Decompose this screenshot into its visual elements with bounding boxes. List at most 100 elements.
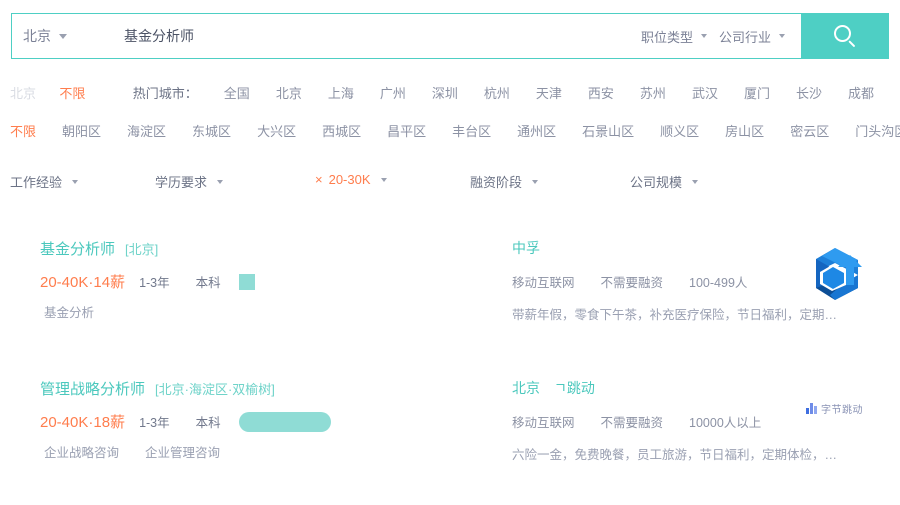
city-option-2[interactable]: 上海 bbox=[328, 86, 354, 101]
city-option-7[interactable]: 西安 bbox=[588, 86, 614, 101]
city-select-dropdown[interactable]: 北京 bbox=[12, 14, 112, 58]
hot-city-list: 全国 北京 上海 广州 深圳 杭州 天津 西安 苏州 武汉 厦门 长沙 成都 bbox=[224, 83, 900, 102]
district-option-1[interactable]: 朝阳区 bbox=[62, 124, 101, 139]
job-card[interactable]: 管理战略分析师 [北京·海淀区·双榆树] 20-40K·18薪 1-3年 本科企业战略咨… bbox=[0, 350, 900, 490]
city-option-12[interactable]: 成都 bbox=[848, 86, 874, 101]
company-industry: 移动互联网 bbox=[512, 416, 575, 430]
hot-cities-label: 热门城市： bbox=[132, 85, 198, 101]
district-option-3[interactable]: 东城区 bbox=[192, 124, 231, 139]
company-industry: 移动互联网 bbox=[512, 276, 575, 290]
search-icon bbox=[834, 25, 856, 48]
city-option-0[interactable]: 全国 bbox=[224, 86, 250, 101]
redacted-badge bbox=[238, 273, 255, 290]
job-info: 管理战略分析师 [北京·海淀区·双榆树] 20-40K·18薪 1-3年 本科 bbox=[40, 378, 480, 432]
attr-filter-0[interactable]: 工作经验 bbox=[10, 172, 79, 191]
district-option-11[interactable]: 房山区 bbox=[725, 124, 764, 139]
chevron-down-icon bbox=[692, 179, 699, 184]
job-meta: 20-40K·18薪 1-3年 本科 bbox=[40, 411, 480, 432]
clear-filter-icon[interactable]: × bbox=[315, 172, 323, 187]
company-benefits: 六险一金，免费晚餐，员工旅游，节日福利，定期体检，… bbox=[512, 448, 838, 462]
chevron-down-icon bbox=[380, 177, 387, 182]
industry-label: 公司行业 bbox=[718, 29, 771, 45]
bar-chart-icon bbox=[806, 402, 818, 414]
city-option-3[interactable]: 广州 bbox=[380, 86, 406, 101]
company-benefits: 带薪年假，零食下午茶，补充医疗保险，节日福利，定期… bbox=[512, 308, 838, 322]
chevron-down-icon bbox=[217, 179, 224, 184]
city-option-5[interactable]: 杭州 bbox=[484, 86, 510, 101]
search-input[interactable] bbox=[112, 14, 635, 58]
chevron-down-icon bbox=[59, 33, 67, 39]
city-unlimited-option[interactable]: 不限 bbox=[59, 83, 85, 102]
job-salary: 20-40K·18薪 bbox=[40, 414, 126, 431]
company-name-link[interactable]: 北京 ㄱ跳动 bbox=[512, 378, 892, 398]
job-tag[interactable]: 企业管理咨询 bbox=[145, 442, 220, 461]
city-option-6[interactable]: 天津 bbox=[536, 86, 562, 101]
company-funding: 不需要融资 bbox=[600, 416, 664, 430]
attr-filter-2[interactable]: × 20-30K bbox=[315, 172, 387, 187]
city-option-10[interactable]: 厦门 bbox=[744, 86, 770, 101]
job-tag-list: 基金分析 bbox=[44, 302, 120, 321]
attr-filter-label: 学历要求 bbox=[155, 175, 208, 190]
job-title-link[interactable]: 管理战略分析师 bbox=[40, 378, 145, 399]
hexagon-cube-logo-icon bbox=[806, 245, 864, 303]
city-select-value: 北京 bbox=[23, 28, 51, 44]
city-option-8[interactable]: 苏州 bbox=[640, 86, 666, 101]
job-experience: 1-3年 bbox=[139, 416, 170, 430]
district-option-7[interactable]: 丰台区 bbox=[452, 124, 491, 139]
attr-filter-label: 公司规模 bbox=[630, 175, 683, 190]
chevron-down-icon bbox=[779, 34, 785, 38]
district-option-2[interactable]: 海淀区 bbox=[127, 124, 166, 139]
district-option-12[interactable]: 密云区 bbox=[790, 124, 829, 139]
attr-filter-label: 融资阶段 bbox=[470, 175, 523, 190]
attr-filter-3[interactable]: 融资阶段 bbox=[470, 172, 539, 191]
bytedance-logo-icon: 字节跳动 bbox=[806, 397, 870, 419]
job-experience: 1-3年 bbox=[139, 276, 170, 290]
search-button[interactable] bbox=[801, 13, 889, 59]
industry-dropdown[interactable]: 公司行业 bbox=[713, 14, 791, 58]
city-filter-row: 北京 不限 热门城市： 全国 北京 上海 广州 深圳 杭州 天津 西安 苏州 武汉 厦门 长沙 成都 bbox=[0, 74, 900, 110]
city-option-11[interactable]: 长沙 bbox=[796, 86, 822, 101]
district-option-8[interactable]: 通州区 bbox=[517, 124, 556, 139]
current-city-label: 北京 bbox=[10, 85, 37, 101]
attr-filter-label: 20-30K bbox=[328, 172, 371, 187]
job-title-line: 管理战略分析师 [北京·海淀区·双榆树] bbox=[40, 378, 480, 399]
job-location: [北京·海淀区·双榆树] bbox=[155, 382, 275, 397]
attr-filter-label: 工作经验 bbox=[10, 175, 63, 190]
district-filter-row: 不限 朝阳区 海淀区 东城区 大兴区 西城区 昌平区 丰台区 通州区 石景山区 顺义区 房山区 密云区 门… bbox=[0, 112, 900, 148]
job-tag[interactable]: 企业战略咨询 bbox=[44, 442, 119, 461]
attr-filter-1[interactable]: 学历要求 bbox=[155, 172, 224, 191]
bytedance-logo-text: 字节跳动 bbox=[821, 404, 863, 416]
company-funding: 不需要融资 bbox=[600, 276, 664, 290]
district-option-4[interactable]: 大兴区 bbox=[257, 124, 296, 139]
job-tag-list: 企业战略咨询 企业管理咨询 bbox=[44, 442, 246, 461]
search-bar: 北京 /* placeholder applied below too */ 职… bbox=[11, 13, 889, 59]
district-option-6[interactable]: 昌平区 bbox=[387, 124, 426, 139]
job-meta: 20-40K·14薪 1-3年 本科 bbox=[40, 271, 480, 292]
company-size: 10000人以上 bbox=[689, 416, 762, 430]
district-option-5[interactable]: 西城区 bbox=[322, 124, 361, 139]
district-option-0[interactable]: 不限 bbox=[10, 124, 36, 139]
job-tag[interactable]: 基金分析 bbox=[44, 302, 94, 321]
job-education: 本科 bbox=[195, 416, 221, 430]
district-option-13[interactable]: 门头沟区 bbox=[855, 124, 900, 139]
job-info: 基金分析师 [北京] 20-40K·14薪 1-3年 本科 bbox=[40, 238, 480, 292]
chevron-down-icon bbox=[700, 34, 707, 38]
attribute-filter-row: 工作经验 学历要求 × 20-30K 融资阶段 公司规模 bbox=[0, 154, 900, 190]
attr-filter-4[interactable]: 公司规模 bbox=[630, 172, 699, 191]
district-option-9[interactable]: 石景山区 bbox=[582, 124, 634, 139]
redacted-badge bbox=[238, 411, 331, 432]
job-title-line: 基金分析师 [北京] bbox=[40, 238, 480, 259]
district-list: 不限 朝阳区 海淀区 东城区 大兴区 西城区 昌平区 丰台区 通州区 石景山区 顺义区 房山区 密云区 门… bbox=[0, 121, 900, 140]
job-card[interactable]: 基金分析师 [北京] 20-40K·14薪 1-3年 本科 基金分析 中孚 移动互联网 不需要融… bbox=[0, 210, 900, 350]
job-type-dropdown[interactable]: 职位类型 bbox=[635, 14, 713, 58]
district-option-10[interactable]: 顺义区 bbox=[660, 124, 699, 139]
job-education: 本科 bbox=[195, 276, 221, 290]
city-option-4[interactable]: 深圳 bbox=[432, 86, 458, 101]
chevron-down-icon bbox=[72, 179, 79, 184]
city-option-1[interactable]: 北京 bbox=[276, 86, 302, 101]
job-location: [北京] bbox=[125, 242, 159, 257]
job-title-link[interactable]: 基金分析师 bbox=[40, 238, 115, 259]
city-option-9[interactable]: 武汉 bbox=[692, 86, 718, 101]
job-type-label: 职位类型 bbox=[640, 29, 693, 45]
job-list: 基金分析师 [北京] 20-40K·14薪 1-3年 本科 基金分析 中孚 移动互联网 不需要融… bbox=[0, 210, 900, 490]
